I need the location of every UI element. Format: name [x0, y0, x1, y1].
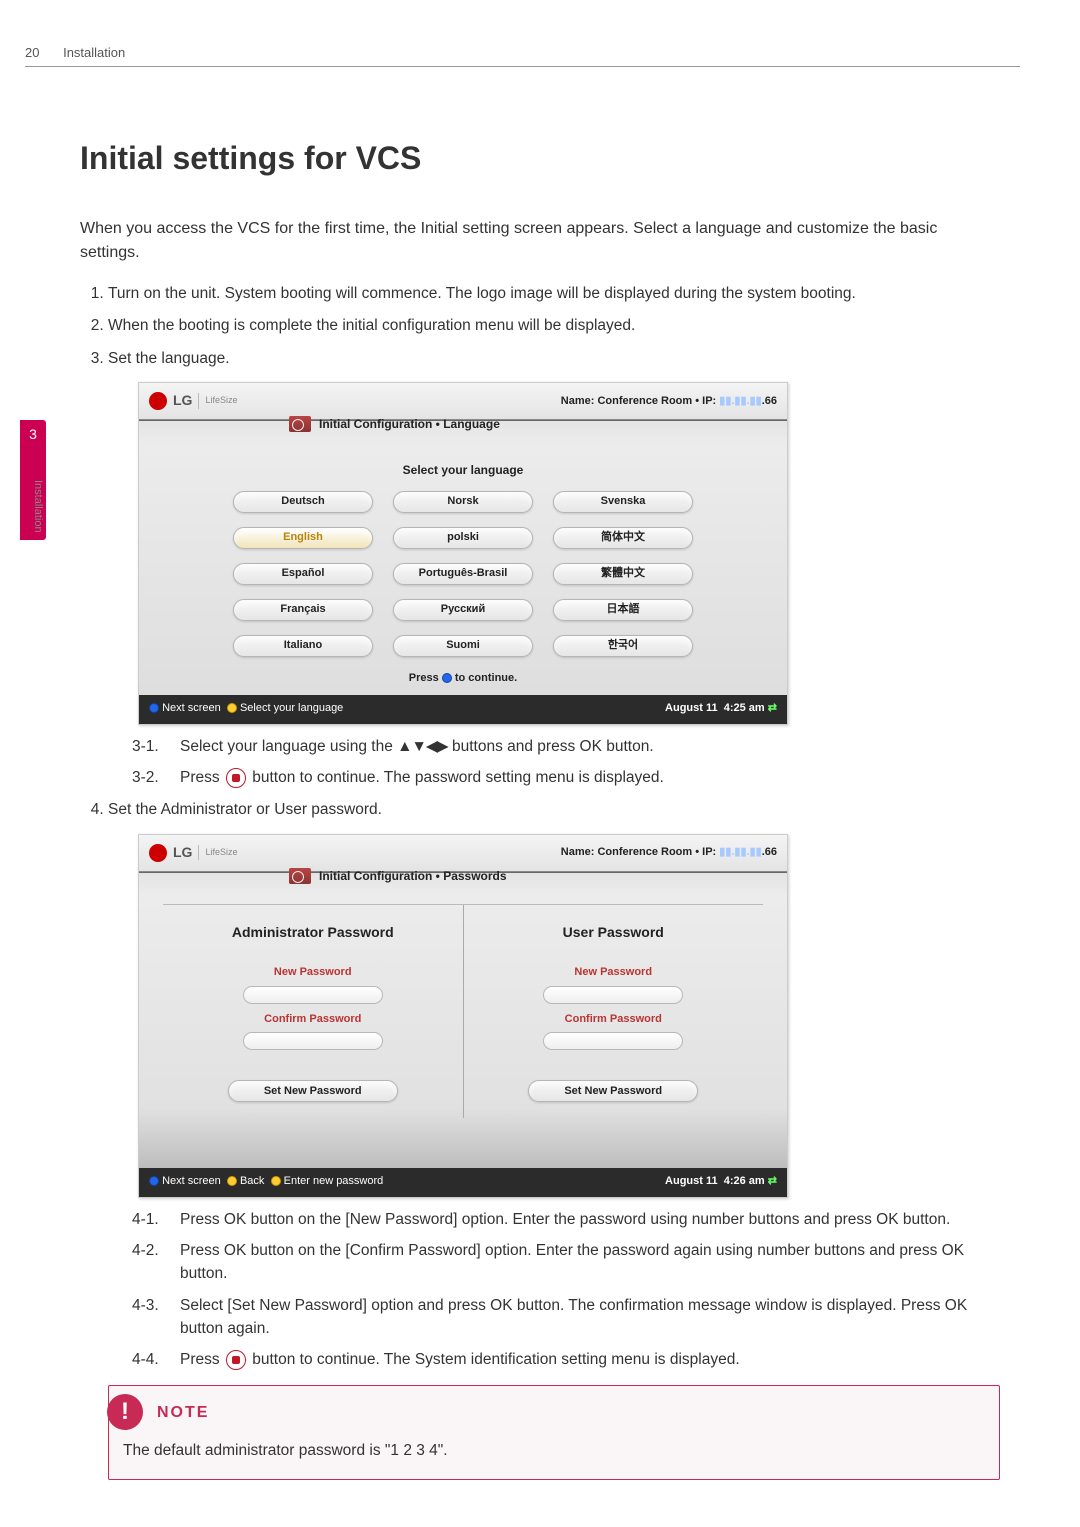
gear-icon [289, 868, 311, 884]
lang-btn-polski[interactable]: polski [393, 527, 533, 549]
user-password-heading: User Password [474, 921, 754, 945]
user-set-password-button[interactable]: Set New Password [528, 1080, 698, 1102]
lang-btn-zh-simplified[interactable]: 简体中文 [553, 527, 693, 549]
step-3: Set the language. LG LifeSize Name: Conf… [108, 346, 1000, 790]
breadcrumb-text: Initial Configuration • Language [319, 414, 500, 434]
step-3-text: Set the language. [108, 350, 230, 367]
ip-address-partial: ▮▮.▮▮.▮▮ [719, 846, 761, 858]
yellow-button-icon [227, 703, 237, 713]
lang-btn-zh-traditional[interactable]: 繁體中文 [553, 563, 693, 585]
substep-4-2: 4-2. Press OK button on the [Confirm Pas… [132, 1239, 1000, 1286]
screenshot-passwords: LG LifeSize Name: Conference Room • IP: … [138, 834, 788, 1198]
note-title: NOTE [157, 1399, 209, 1426]
lg-logo-icon [149, 844, 167, 862]
admin-set-password-button[interactable]: Set New Password [228, 1080, 398, 1102]
screenshot-footer: Next screen Back Enter new password Augu… [139, 1168, 787, 1197]
red-button-icon [226, 1350, 246, 1370]
step-4-text: Set the Administrator or User password. [108, 801, 382, 818]
page-title: Initial settings for VCS [80, 140, 1000, 177]
admin-password-heading: Administrator Password [173, 921, 453, 945]
lang-btn-korean[interactable]: 한국어 [553, 635, 693, 657]
admin-confirm-password-input[interactable] [243, 1032, 383, 1050]
yellow-button-icon [227, 1176, 237, 1186]
screenshot-footer: Next screen Select your language August … [139, 695, 787, 724]
user-password-column: User Password New Password Confirm Passw… [464, 905, 764, 1118]
substep-4-4: 4-4. Press button to continue. The Syste… [132, 1348, 1000, 1371]
lang-btn-japanese[interactable]: 日本語 [553, 599, 693, 621]
lang-btn-italiano[interactable]: Italiano [233, 635, 373, 657]
lang-btn-deutsch[interactable]: Deutsch [233, 491, 373, 513]
intro-paragraph: When you access the VCS for the first ti… [80, 217, 1000, 265]
network-icon: ⇄ [768, 702, 777, 714]
lang-btn-pt-br[interactable]: Português-Brasil [393, 563, 533, 585]
lg-logo-icon [149, 392, 167, 410]
arrow-buttons-icon: ▲▼◀▶ [397, 738, 448, 755]
page-number: 20 [25, 45, 39, 60]
substep-4-3: 4-3. Select [Set New Password] option an… [132, 1294, 1000, 1341]
step-2: When the booting is complete the initial… [108, 313, 1000, 339]
substep-3-2: 3-2. Press button to continue. The passw… [132, 766, 1000, 789]
language-grid: Deutsch Norsk Svenska English polski 简体中… [163, 491, 763, 657]
lang-btn-norsk[interactable]: Norsk [393, 491, 533, 513]
substep-4-1: 4-1. Press OK button on the [New Passwor… [132, 1208, 1000, 1231]
lang-btn-francais[interactable]: Français [233, 599, 373, 621]
substep-3-1: 3-1. Select your language using the ▲▼◀▶… [132, 735, 1000, 758]
new-password-label: New Password [173, 963, 453, 982]
page-section: Installation [63, 45, 125, 60]
lang-btn-espanol[interactable]: Español [233, 563, 373, 585]
ip-address-partial: ▮▮.▮▮.▮▮ [719, 395, 761, 407]
blue-button-icon [149, 703, 159, 713]
room-name-label: Name: Conference Room • IP: ▮▮.▮▮.▮▮.66 [561, 392, 777, 411]
screenshot-language: LG LifeSize Name: Conference Room • IP: … [138, 382, 788, 725]
gear-icon [289, 416, 311, 432]
confirm-password-label: Confirm Password [173, 1010, 453, 1029]
room-name-label: Name: Conference Room • IP: ▮▮.▮▮.▮▮.66 [561, 843, 777, 862]
user-confirm-password-input[interactable] [543, 1032, 683, 1050]
note-box: ! NOTE The default administrator passwor… [108, 1385, 1000, 1479]
red-button-icon [226, 768, 246, 788]
yellow-button-icon [271, 1176, 281, 1186]
step-1: Turn on the unit. System booting will co… [108, 281, 1000, 307]
page-header: 20 Installation [25, 45, 1020, 67]
side-chapter-label: Installation [32, 480, 44, 533]
blue-button-icon [149, 1176, 159, 1186]
select-language-label: Select your language [163, 460, 763, 480]
press-to-continue: Press to continue. [163, 669, 763, 688]
chapter-number: 3 [20, 420, 46, 442]
step-4: Set the Administrator or User password. … [108, 797, 1000, 1479]
network-icon: ⇄ [768, 1175, 777, 1187]
lang-btn-svenska[interactable]: Svenska [553, 491, 693, 513]
user-new-password-input[interactable] [543, 986, 683, 1004]
blue-button-icon [442, 673, 452, 683]
confirm-password-label: Confirm Password [474, 1010, 754, 1029]
breadcrumb-text: Initial Configuration • Passwords [319, 866, 507, 886]
note-body: The default administrator password is "1… [109, 1438, 999, 1478]
lang-btn-english[interactable]: English [233, 527, 373, 549]
new-password-label: New Password [474, 963, 754, 982]
note-icon: ! [107, 1394, 143, 1430]
admin-new-password-input[interactable] [243, 986, 383, 1004]
lang-btn-suomi[interactable]: Suomi [393, 635, 533, 657]
admin-password-column: Administrator Password New Password Conf… [163, 905, 464, 1118]
lifesize-logo-text: LifeSize [198, 393, 237, 408]
lg-logo-text: LG [173, 389, 192, 413]
lg-logo-text: LG [173, 841, 192, 865]
lifesize-logo-text: LifeSize [198, 845, 237, 860]
lang-btn-russian[interactable]: Русский [393, 599, 533, 621]
